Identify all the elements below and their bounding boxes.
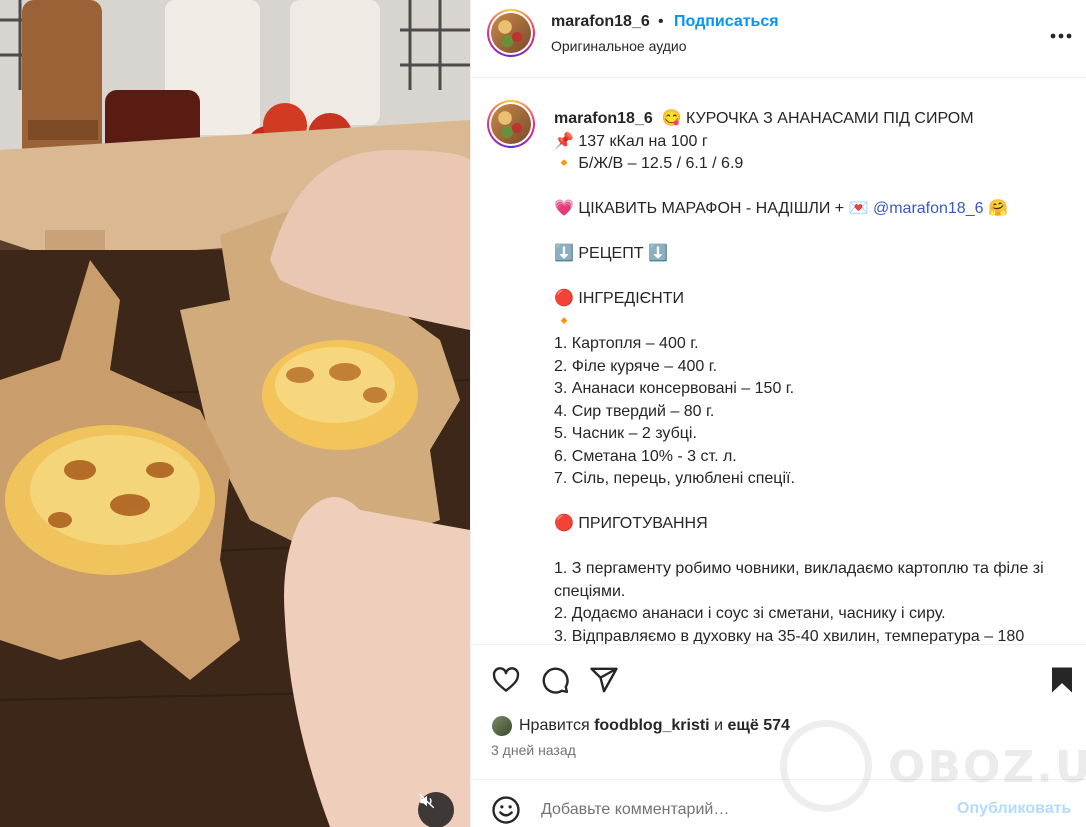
- likes-summary[interactable]: Нравится foodblog_kristi и ещё 574: [491, 714, 790, 738]
- caption-line: 4. Сир твердий – 80 г.: [554, 402, 715, 420]
- caption-mention[interactable]: @marafon18_6: [873, 200, 984, 217]
- audio-label[interactable]: Оригинальное аудио: [551, 38, 687, 54]
- caption-line: 📌 137 кКал на 100 г: [554, 132, 708, 150]
- caption-line: 6. Сметана 10% - 3 ст. л.: [554, 447, 737, 465]
- caption-line: 🔸 Б/Ж/В – 12.5 / 6.1 / 6.9: [554, 155, 744, 172]
- post-header: marafon18_6 • Подписаться Оригинальное а…: [471, 0, 1086, 78]
- comment-bar: Опубликовать: [471, 779, 1086, 827]
- caption-line: 😋 КУРОЧКА З АНАНАСАМИ ПІД СИРОМ: [661, 110, 974, 127]
- comment-input[interactable]: [541, 798, 941, 822]
- caption-line: 3. Відправляємо в духовку на 35-40 хвили…: [554, 627, 1025, 645]
- speaker-muted-icon: [418, 793, 435, 809]
- caption-line: 7. Сіль, перець, улюблені спеції.: [554, 470, 795, 487]
- author-username[interactable]: marafon18_6: [551, 13, 650, 31]
- comment-icon[interactable]: [540, 665, 570, 695]
- caption-line: 1. Картопля – 400 г.: [554, 335, 699, 352]
- caption-mention-suffix: 🤗: [983, 200, 1008, 217]
- food-photo: [0, 0, 470, 827]
- author-avatar[interactable]: [487, 9, 535, 57]
- more-options-button[interactable]: [1049, 24, 1073, 48]
- post-media[interactable]: [0, 0, 470, 827]
- follow-button[interactable]: Подписаться: [674, 13, 779, 31]
- likes-count[interactable]: ещё 574: [727, 717, 789, 735]
- caption-line: 💗 ЦІКАВИТЬ МАРАФОН - НАДІШЛИ + 💌: [554, 200, 873, 217]
- caption-line: 🔴 ІНГРЕДІЄНТИ: [554, 290, 684, 307]
- liker-avatar[interactable]: [491, 715, 513, 737]
- caption-line: 3. Ананаси консервовані – 150 г.: [554, 380, 795, 397]
- share-icon[interactable]: [589, 665, 619, 695]
- caption-text: marafon18_6 😋 КУРОЧКА З АНАНАСАМИ ПІД СИ…: [554, 108, 1064, 644]
- caption-line: ⬇️ РЕЦЕПТ ⬇️: [554, 245, 668, 262]
- caption-line: 1. З пергаменту робимо човники, викладає…: [554, 560, 1049, 600]
- header-separator: •: [658, 13, 664, 30]
- caption-line: 2. Філе куряче – 400 г.: [554, 357, 718, 375]
- heart-icon[interactable]: [491, 665, 521, 695]
- caption-line: 🔴 ПРИГОТУВАННЯ: [554, 515, 708, 532]
- smiley-icon[interactable]: [491, 795, 521, 825]
- caption-line: 🔸: [554, 312, 574, 330]
- mute-button[interactable]: [418, 792, 454, 827]
- likes-prefix: Нравится: [519, 717, 590, 734]
- post-panel: marafon18_6 • Подписаться Оригинальное а…: [470, 0, 1086, 827]
- liker-username[interactable]: foodblog_kristi: [594, 717, 710, 735]
- post-date[interactable]: 3 дней назад: [491, 742, 576, 758]
- bookmark-icon[interactable]: [1047, 665, 1077, 695]
- likes-middle: и: [714, 717, 724, 734]
- more-horizontal-icon: [1050, 33, 1072, 39]
- publish-button[interactable]: Опубликовать: [957, 800, 1071, 818]
- action-bar: [471, 644, 1086, 712]
- caption-line: 2. Додаємо ананаси і соус зі сметани, ча…: [554, 605, 946, 622]
- caption-avatar[interactable]: [487, 100, 535, 148]
- caption-area[interactable]: marafon18_6 😋 КУРОЧКА З АНАНАСАМИ ПІД СИ…: [471, 79, 1086, 644]
- caption-line: 5. Часник – 2 зубці.: [554, 425, 697, 442]
- caption-username[interactable]: marafon18_6: [554, 110, 653, 127]
